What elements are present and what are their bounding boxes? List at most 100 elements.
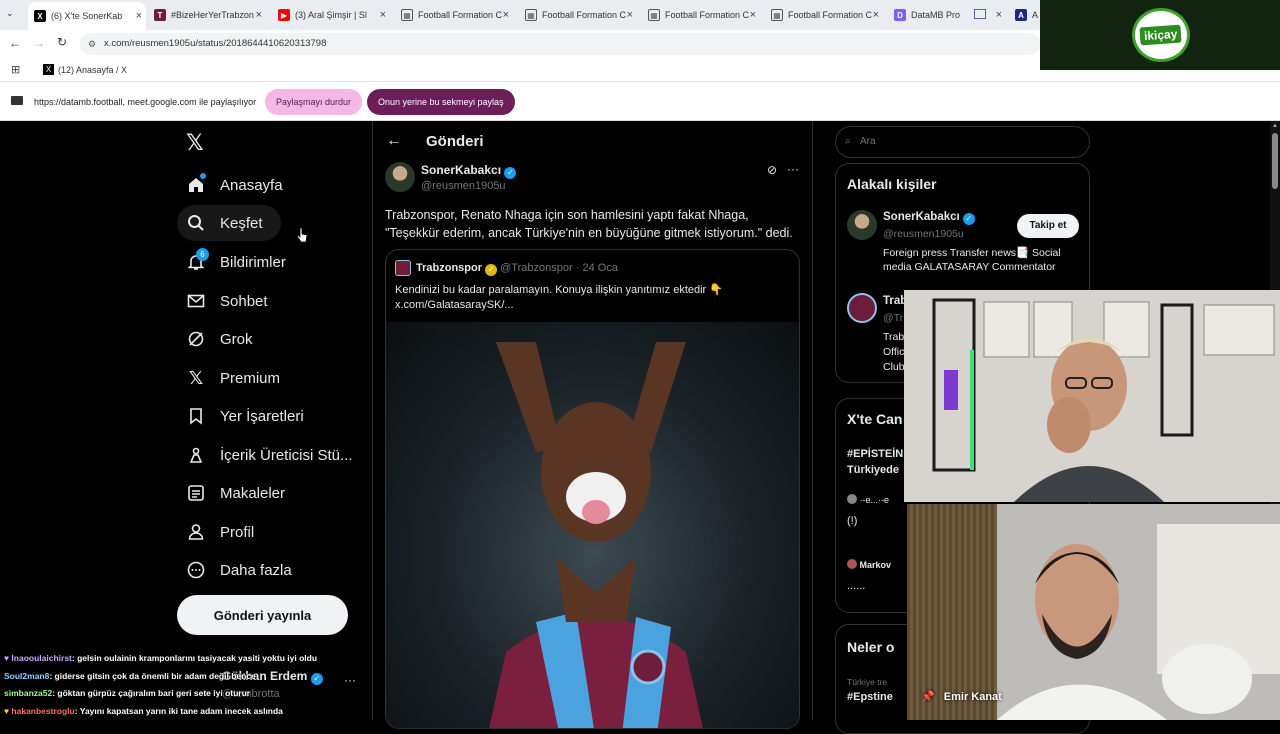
person-icon	[186, 522, 206, 542]
nav-premium[interactable]: 𝕏 Premium	[186, 360, 280, 396]
tab-close-icon[interactable]: ×	[136, 10, 142, 22]
quote-avatar	[395, 260, 411, 276]
trend-user: ·-e...·-e	[859, 495, 890, 505]
tab-app[interactable]: A A	[1015, 3, 1040, 27]
column-divider	[372, 121, 373, 720]
nav-home[interactable]: Anasayfa	[186, 167, 283, 203]
trend-post[interactable]: ·-e...·-e (!)	[847, 494, 889, 527]
trend-item[interactable]: #EPİSTEİN Türkiyede	[847, 446, 903, 478]
pin-icon: 📌	[921, 691, 935, 703]
post-back-arrow-icon[interactable]: ←	[386, 132, 402, 150]
bio-line: Trab	[883, 331, 905, 343]
nav-bookmarks[interactable]: Yer İşaretleri	[186, 398, 304, 434]
nav-messages[interactable]: Sohbet	[186, 283, 268, 319]
tab-formation-2[interactable]: ▦ Football Formation C ×	[525, 3, 637, 27]
nav-more[interactable]: Daha fazla	[186, 552, 292, 588]
tab-close-icon[interactable]: ×	[503, 9, 509, 21]
trend-post[interactable]: Markov ......	[847, 559, 891, 592]
tab-close-icon[interactable]: ×	[996, 9, 1002, 21]
tab-formation-4[interactable]: ▦ Football Formation C ×	[771, 3, 883, 27]
tab-label: (6) X'te SonerKab	[51, 11, 123, 21]
person-handle: @reusmen1905u	[883, 228, 964, 240]
tab-label: A	[1032, 10, 1039, 20]
post-button[interactable]: Gönderi yayınla	[177, 595, 348, 635]
quote-text-line: x.com/GalatasaraySK/...	[395, 299, 514, 311]
tab-list-chevron-icon[interactable]: ⌄	[6, 8, 14, 19]
tab-youtube[interactable]: ▶ (3) Aral Şimşir | Sl ×	[278, 3, 390, 27]
chat-message: simbanza52: göktan gürpüz çağıralım bari…	[4, 688, 250, 698]
nav-articles[interactable]: Makaleler	[186, 475, 285, 511]
author-handle: @reusmen1905u	[421, 180, 506, 192]
chat-username: Inaooulaichirst	[11, 653, 72, 663]
forward-arrow-icon[interactable]: →	[33, 36, 45, 50]
nav-label: Premium	[220, 369, 281, 387]
bookmark-x-icon: X	[43, 64, 54, 75]
tab-formation-1[interactable]: ▦ Football Formation C ×	[401, 3, 513, 27]
back-arrow-icon[interactable]: ←	[9, 36, 21, 50]
x-icon: 𝕏	[188, 367, 204, 388]
nav-profile[interactable]: Profil	[186, 514, 254, 550]
nav-grok[interactable]: Grok	[186, 321, 253, 357]
chat-username: hakanbestroglu	[11, 706, 75, 716]
avatar[interactable]	[847, 293, 877, 323]
avatar[interactable]	[385, 162, 415, 192]
related-title: Alakalı kişiler	[847, 176, 937, 192]
bio-line: Club	[883, 361, 905, 373]
chat-username: Soul2man8	[4, 671, 50, 681]
quoted-post[interactable]: Trabzonspor ✓ @Trabzonspor · 24 Oca Kend…	[385, 249, 800, 729]
search-input[interactable]: ⌕ Ara	[835, 126, 1090, 158]
bookmark-home[interactable]: (12) Anasayfa / X	[58, 65, 127, 75]
scrollbar-up-icon[interactable]: ▲	[1272, 123, 1278, 129]
avatar[interactable]	[847, 210, 877, 240]
datamb-icon: D	[894, 9, 906, 21]
apps-grid-icon[interactable]: ⊞	[11, 63, 20, 76]
post-author[interactable]: SonerKabakcı ✓	[421, 163, 517, 179]
column-divider	[812, 121, 813, 720]
follow-button[interactable]: Takip et	[1017, 214, 1079, 238]
tab-label: #BizeHerYerTrabzon	[171, 10, 254, 20]
url-field[interactable]: ⚙ x.com/reusmen1905u/status/201864441062…	[80, 33, 1040, 55]
doc-icon: ▦	[648, 9, 660, 21]
reload-icon[interactable]: ↻	[57, 35, 67, 49]
tab-active[interactable]: X (6) X'te SonerKab ×	[28, 2, 146, 30]
nav-label: Anasayfa	[220, 176, 283, 194]
avatar	[847, 559, 857, 569]
nav-label: Keşfet	[220, 214, 263, 232]
grok-post-icon[interactable]: ⊘	[767, 163, 777, 177]
tab-close-icon[interactable]: ×	[256, 9, 262, 21]
post-more-icon[interactable]: ···	[787, 162, 799, 176]
trend-text: ......	[847, 580, 866, 592]
share-status-text: https://datamb.football, meet.google.com…	[34, 97, 257, 107]
x-logo-icon[interactable]: 𝕏	[186, 130, 204, 156]
related-person-name[interactable]: SonerKabakcı ✓	[883, 211, 975, 225]
trend-user: Markov	[859, 560, 892, 570]
chat-message: Soul2man8: giderse gitsin çok da önemli …	[4, 671, 256, 681]
bio-line: Foreign press Transfer news📑 Social	[883, 247, 1061, 259]
participant-name: Emir Kanat	[943, 691, 1002, 703]
person-bio: Foreign press Transfer news📑 Social medi…	[883, 246, 1088, 274]
tab-close-icon[interactable]: ×	[627, 9, 633, 21]
webcam-feed-2: 📌 Emir Kanat	[907, 504, 1280, 720]
person-name: SonerKabakcı	[883, 211, 960, 223]
author-name: SonerKabakcı	[421, 163, 502, 177]
tab-datamb[interactable]: D DataMB Pro ×	[894, 3, 1006, 27]
tab-close-icon[interactable]: ×	[873, 9, 879, 21]
quote-photo[interactable]	[386, 322, 799, 728]
tab-close-icon[interactable]: ×	[380, 9, 386, 21]
nav-label: Bildirimler	[220, 253, 286, 271]
nav-creator-studio[interactable]: İçerik Üreticisi Stü...	[186, 437, 353, 473]
quote-text-line: Kendinizi bu kadar paralamayın. Konuya i…	[395, 284, 723, 296]
nav-notifications[interactable]: Bildirimler 6	[186, 244, 286, 280]
tab-formation-3[interactable]: ▦ Football Formation C ×	[648, 3, 760, 27]
share-this-tab-button[interactable]: Onun yerine bu sekmeyi paylaş	[367, 89, 515, 115]
news-tag[interactable]: #Epstine	[847, 691, 893, 703]
nav-explore[interactable]: Keşfet	[177, 205, 281, 241]
bio-line: Offic	[883, 346, 905, 358]
tab-close-icon[interactable]: ×	[750, 9, 756, 21]
stop-sharing-button[interactable]: Paylaşmayı durdur	[265, 89, 363, 115]
tab-trabzon[interactable]: T #BizeHerYerTrabzon ×	[154, 3, 266, 27]
chat-text: : Yayını kapatsan yarın iki tane adam in…	[74, 706, 283, 716]
scrollbar-thumb[interactable]	[1272, 133, 1278, 189]
site-info-icon[interactable]: ⚙	[88, 33, 96, 55]
tab-extension-icon	[974, 9, 986, 19]
